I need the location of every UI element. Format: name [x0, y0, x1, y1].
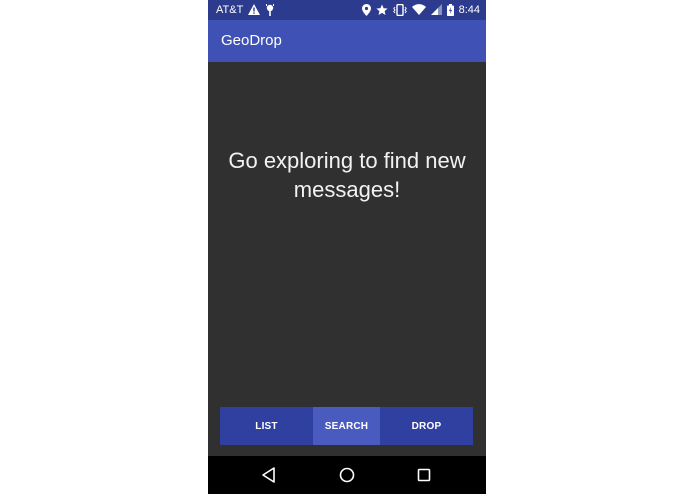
status-bar-right: 8:44 [361, 3, 480, 16]
vibrate-icon [392, 3, 407, 16]
tab-list-label: LIST [255, 420, 278, 432]
empty-state-message: Go exploring to find new messages! [228, 148, 466, 202]
tab-search[interactable]: SEARCH [313, 407, 380, 445]
android-debug-icon [265, 3, 275, 16]
status-bar: AT&T 8:44 [208, 0, 486, 20]
home-icon[interactable] [338, 466, 356, 484]
wifi-icon [411, 3, 426, 16]
location-icon [361, 3, 371, 16]
tab-drop[interactable]: DROP [380, 407, 473, 445]
status-bar-left: AT&T [216, 3, 275, 16]
bottom-tab-bar: LIST SEARCH DROP [220, 407, 473, 445]
back-icon[interactable] [260, 466, 278, 484]
app-bar: GeoDrop [208, 20, 486, 62]
battery-icon [446, 3, 454, 16]
phone-screen: AT&T 8:44 GeoDrop Go exploring to find n… [208, 0, 486, 494]
status-time: 8:44 [458, 3, 480, 16]
signal-icon [430, 3, 442, 16]
warning-icon [248, 3, 261, 16]
tab-drop-label: DROP [411, 420, 442, 432]
star-icon [375, 3, 388, 16]
tab-list[interactable]: LIST [220, 407, 313, 445]
app-title: GeoDrop [221, 32, 282, 49]
carrier-name: AT&T [216, 3, 244, 16]
main-content: Go exploring to find new messages! [208, 62, 486, 456]
tab-search-label: SEARCH [324, 420, 369, 432]
navigation-bar [208, 456, 486, 494]
recents-icon[interactable] [415, 466, 433, 484]
